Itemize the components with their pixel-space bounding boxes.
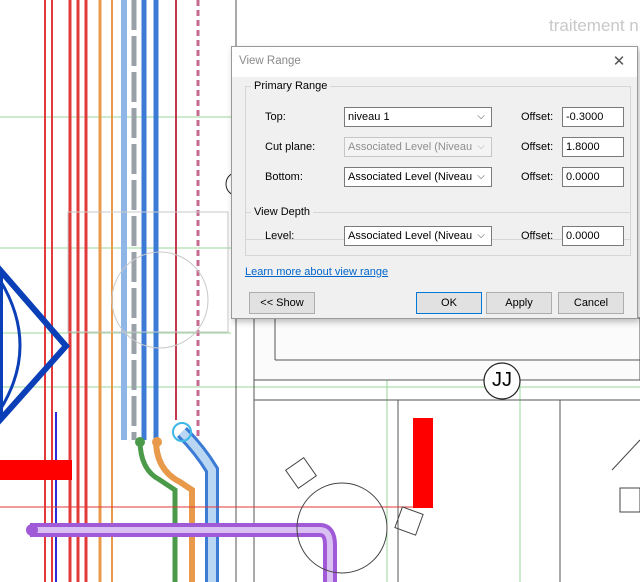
learn-more-link[interactable]: Learn more about view range [245, 266, 388, 278]
bottom-offset-label: Offset: [521, 171, 554, 183]
cut-plane-label: Cut plane: [265, 141, 316, 153]
bottom-level-select[interactable]: Associated Level (Niveau 0) ⌵ [344, 167, 492, 187]
level-label: Level: [265, 230, 295, 242]
grid-bubble-label: JJ [492, 369, 512, 391]
bottom-offset-field[interactable]: 0.0000 [562, 167, 624, 187]
view-depth-level-value: Associated Level (Niveau 0) [348, 230, 472, 242]
top-offset-label: Offset: [521, 111, 554, 123]
cut-plane-offset-label: Offset: [521, 141, 554, 153]
top-label: Top: [265, 111, 286, 123]
section-mark [0, 265, 70, 425]
chevron-down-icon: ⌵ [477, 230, 485, 241]
cut-plane-select: Associated Level (Niveau 0) ⌵ [344, 137, 492, 157]
cut-plane-offset-field[interactable]: 1.8000 [562, 137, 624, 157]
top-level-select[interactable]: niveau 1 ⌵ [344, 107, 492, 127]
bottom-level-value: Associated Level (Niveau 0) [348, 171, 472, 183]
top-offset-field[interactable]: -0.3000 [562, 107, 624, 127]
view-depth-offset-field[interactable]: 0.0000 [562, 226, 624, 246]
view-depth-legend: View Depth [254, 206, 311, 218]
view-depth-level-select[interactable]: Associated Level (Niveau 0) ⌵ [344, 226, 492, 246]
ok-button[interactable]: OK [416, 292, 482, 314]
show-button[interactable]: << Show [249, 292, 315, 314]
pipe-bends [0, 422, 420, 582]
chevron-down-icon: ⌵ [477, 141, 485, 152]
background-room-label: traitement n [549, 16, 639, 35]
view-depth-offset-label: Offset: [521, 230, 554, 242]
view-range-dialog: View Range ✕ Primary Range Top: niveau 1… [231, 46, 638, 319]
top-level-value: niveau 1 [348, 111, 390, 123]
dialog-titlebar[interactable]: View Range ✕ [232, 47, 637, 77]
dialog-title: View Range [239, 55, 301, 67]
chevron-down-icon: ⌵ [477, 171, 485, 182]
cut-plane-value: Associated Level (Niveau 0) [348, 141, 472, 153]
primary-range-legend: Primary Range [254, 80, 328, 92]
close-icon[interactable]: ✕ [609, 52, 629, 72]
apply-button[interactable]: Apply [486, 292, 552, 314]
cancel-button[interactable]: Cancel [558, 292, 624, 314]
bottom-label: Bottom: [265, 171, 303, 183]
chevron-down-icon: ⌵ [477, 111, 485, 122]
